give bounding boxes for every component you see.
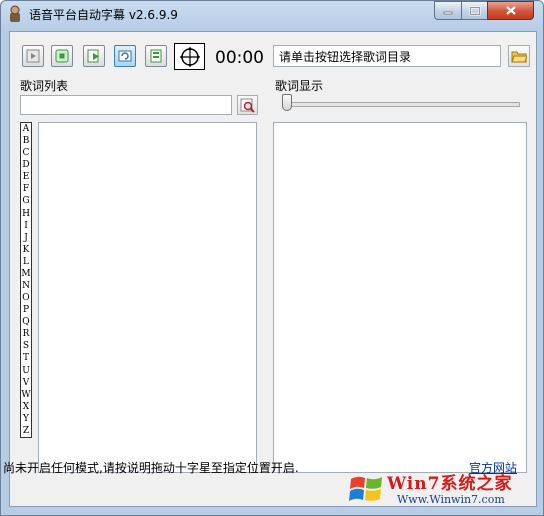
alphabet-letter-j[interactable]: J [24,232,28,244]
browse-folder-button[interactable] [508,45,530,67]
alphabet-letter-h[interactable]: H [22,208,30,220]
alphabet-letter-v[interactable]: V [23,377,30,389]
app-window: 语音平台自动字幕 v2.6.9.9 00:00 请单击按钮选择歌词目录 歌词列表… [0,0,544,516]
alphabet-letter-y[interactable]: Y [23,413,29,425]
close-icon [505,6,516,15]
alphabet-letter-s[interactable]: S [23,340,29,352]
slider-track [286,102,520,107]
refresh-icon [118,50,132,62]
watermark-url: Www.Winwin7.com [397,493,505,506]
time-display: 00:00 [215,48,264,68]
alphabet-letter-a[interactable]: A [23,123,30,135]
alphabet-letter-i[interactable]: I [24,220,28,232]
crosshair-icon [179,46,200,67]
lyric-list-label: 歌词列表 [20,79,69,93]
minimize-icon [443,11,453,14]
alphabet-letter-f[interactable]: F [23,183,29,195]
status-text: 尚未开启任何模式,请按说明拖动十字星至指定位置开启. [3,461,299,475]
stop-button[interactable] [51,45,73,67]
alphabet-letter-l[interactable]: L [23,256,29,268]
alphabet-letter-k[interactable]: K [23,244,30,256]
title-bar[interactable]: 语音平台自动字幕 v2.6.9.9 [1,1,543,28]
play-button[interactable] [22,45,44,67]
alphabet-letter-b[interactable]: B [23,135,30,147]
alphabet-letter-x[interactable]: X [23,401,29,413]
maximize-icon [469,6,480,15]
crosshair-drag-handle[interactable] [174,43,205,70]
alphabet-letter-u[interactable]: U [22,365,30,377]
watermark-brand: Win7系统之家 [387,474,513,494]
alphabet-letter-p[interactable]: P [23,304,29,316]
lyric-display-label: 歌词显示 [275,79,324,93]
lyric-display-area [273,122,527,473]
alphabet-letter-g[interactable]: G [22,195,29,207]
refresh-button[interactable] [114,45,136,67]
alphabet-index[interactable]: ABCDEFGHIJKLMNOPQRSTUVWXYZ [20,122,32,438]
alphabet-letter-d[interactable]: D [22,159,29,171]
maximize-button[interactable] [461,1,488,20]
alphabet-letter-c[interactable]: C [23,147,30,159]
lyric-file-list[interactable] [38,122,257,473]
alphabet-letter-r[interactable]: R [23,328,30,340]
alphabet-letter-o[interactable]: O [22,292,29,304]
lyric-position-slider[interactable] [282,94,520,112]
slider-thumb[interactable] [282,94,292,111]
settings-button[interactable] [145,45,167,67]
search-button[interactable] [237,95,258,115]
search-icon [240,98,255,113]
alphabet-letter-e[interactable]: E [23,171,30,183]
windows-logo-icon [349,476,382,501]
document-play-icon [87,49,99,63]
window-title: 语音平台自动字幕 v2.6.9.9 [29,8,178,22]
folder-icon [511,51,527,63]
alphabet-letter-z[interactable]: Z [23,425,29,437]
watermark: Win7系统之家 Www.Winwin7.com [347,467,543,513]
alphabet-letter-q[interactable]: Q [22,316,29,328]
close-button[interactable] [487,1,534,20]
play-icon [26,49,40,63]
alphabet-letter-t[interactable]: T [23,352,29,364]
start-button[interactable] [83,45,105,67]
app-icon [10,5,20,22]
stop-icon [55,49,69,63]
alphabet-letter-w[interactable]: W [21,389,30,401]
alphabet-letter-n[interactable]: N [22,280,30,292]
client-area: 00:00 请单击按钮选择歌词目录 歌词列表 ABCDEFGHIJKLMNOPQ… [9,31,537,507]
minimize-button[interactable] [434,1,462,20]
lyric-search-input[interactable] [20,95,232,115]
lyric-directory-field[interactable]: 请单击按钮选择歌词目录 [273,45,501,67]
alphabet-letter-m[interactable]: M [21,268,30,280]
list-icon [150,49,162,63]
